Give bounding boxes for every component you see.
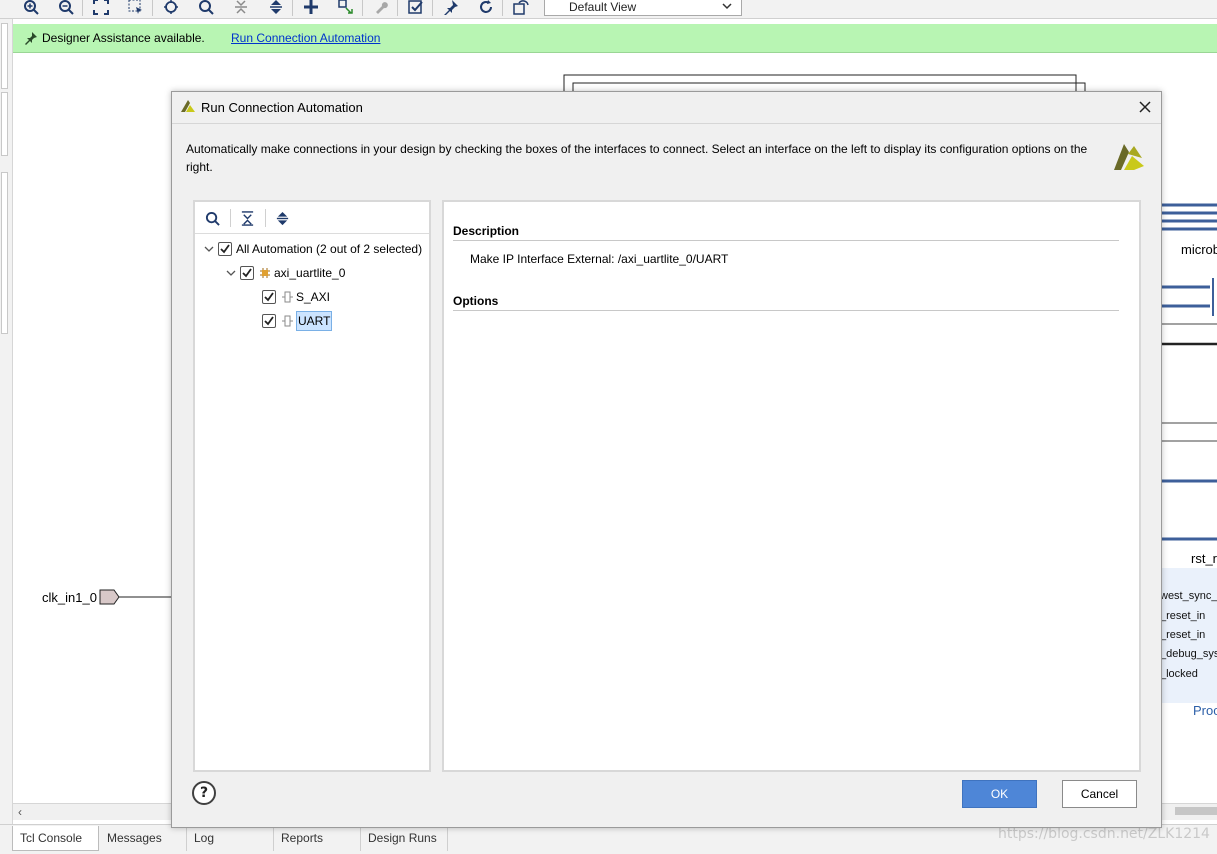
collapse-all-icon[interactable] (230, 0, 252, 17)
gutter-tab[interactable] (1, 23, 8, 89)
close-icon[interactable] (1136, 98, 1154, 116)
tree-label-all-automation: All Automation (2 out of 2 selected) (236, 242, 423, 256)
reset-pin-label: _locked (1160, 668, 1198, 680)
view-select-value: Default View (569, 0, 637, 14)
search-icon[interactable] (195, 0, 217, 17)
options-heading: Options (453, 294, 1119, 311)
reset-pin-label: _debug_sys (1160, 648, 1217, 660)
vivado-logo-icon (181, 100, 195, 112)
tab-tcl-console[interactable]: Tcl Console (12, 826, 99, 851)
tree-row-interface[interactable]: S_AXI (262, 287, 330, 307)
pin-icon[interactable] (440, 0, 462, 17)
cancel-button[interactable]: Cancel (1062, 780, 1137, 808)
reset-block-label[interactable]: rst_r (1191, 551, 1217, 566)
properties-wrench-icon[interactable] (370, 0, 392, 17)
checkbox-ip[interactable] (240, 266, 254, 280)
clk-port-label[interactable]: clk_in1_0 (42, 590, 97, 605)
select-area-icon[interactable] (125, 0, 147, 17)
tree-label-ip: axi_uartlite_0 (274, 266, 346, 280)
zoom-fit-icon[interactable] (90, 0, 112, 17)
search-icon[interactable] (202, 208, 222, 228)
interface-icon (280, 290, 294, 304)
tree-row-all-automation[interactable]: All Automation (2 out of 2 selected) (202, 239, 422, 259)
interface-icon (280, 314, 294, 328)
ok-button[interactable]: OK (962, 780, 1037, 808)
left-side-gutter (0, 19, 13, 824)
tab-log[interactable]: Log (187, 826, 274, 851)
watermark: https://blog.csdn.net/ZLK1214 (998, 826, 1210, 842)
gutter-tab[interactable] (1, 172, 8, 334)
banner-text: Designer Assistance available. (42, 31, 205, 45)
tree-row-ip[interactable]: axi_uartlite_0 (224, 263, 345, 283)
zoom-out-icon[interactable] (55, 0, 77, 17)
tab-reports[interactable]: Reports (274, 826, 361, 851)
zoom-in-icon[interactable] (20, 0, 42, 17)
expand-all-icon[interactable] (272, 208, 292, 228)
dialog-title: Run Connection Automation (201, 100, 363, 115)
scrollbar-thumb[interactable] (1175, 807, 1217, 815)
pin-icon (25, 32, 37, 45)
microblaze-block-label[interactable]: microb (1181, 242, 1217, 257)
expand-all-icon[interactable] (265, 0, 287, 17)
auto-connect-icon[interactable] (335, 0, 357, 17)
chevron-down-icon[interactable] (224, 266, 238, 280)
checkbox-all-automation[interactable] (218, 242, 232, 256)
run-connection-automation-link[interactable]: Run Connection Automation (231, 31, 380, 45)
zoom-target-icon[interactable] (160, 0, 182, 17)
dialog-description: Automatically make connections in your d… (186, 142, 1088, 174)
tab-design-runs[interactable]: Design Runs (361, 826, 448, 851)
tree-label-interface: S_AXI (296, 290, 331, 304)
tree-label-interface: UART (296, 311, 333, 331)
tree-toolbar (195, 202, 429, 234)
dialog-title-bar: Run Connection Automation (172, 92, 1161, 124)
collapse-all-icon[interactable] (237, 208, 257, 228)
refresh-icon[interactable] (475, 0, 497, 17)
reset-pin-label: _reset_in (1160, 629, 1206, 641)
add-icon[interactable] (300, 0, 322, 17)
checkbox-uart[interactable] (262, 314, 276, 328)
scroll-left-icon[interactable]: ‹ (18, 805, 22, 819)
proc-sys-reset-label: Proc (1193, 703, 1217, 718)
checkbox-s-axi[interactable] (262, 290, 276, 304)
help-button[interactable]: ? (192, 781, 216, 805)
designer-assistance-banner: Designer Assistance available. Run Conne… (13, 24, 1217, 53)
tab-messages[interactable]: Messages (100, 826, 187, 851)
diagram-toolbar: Default View (0, 0, 1217, 19)
automation-detail-panel: Description Make IP Interface External: … (442, 200, 1141, 772)
validate-design-icon[interactable] (405, 0, 427, 17)
view-select[interactable]: Default View (544, 0, 742, 16)
vivado-brand-icon (1114, 144, 1144, 170)
description-heading: Description (453, 224, 1119, 241)
reset-pin-label: _reset_in (1160, 610, 1206, 622)
reset-pin-label: west_sync_ (1160, 590, 1217, 602)
gutter-tab[interactable] (1, 92, 8, 156)
run-connection-automation-dialog: Run Connection Automation Automatically … (171, 91, 1162, 828)
ip-block-icon (258, 266, 272, 280)
regenerate-layout-icon[interactable] (510, 0, 532, 17)
tree-row-interface-selected[interactable]: UART (262, 311, 333, 331)
description-text: Make IP Interface External: /axi_uartlit… (470, 252, 729, 266)
chevron-down-icon (722, 3, 732, 10)
chevron-down-icon[interactable] (202, 242, 216, 256)
automation-tree-panel: All Automation (2 out of 2 selected) axi… (193, 200, 431, 772)
